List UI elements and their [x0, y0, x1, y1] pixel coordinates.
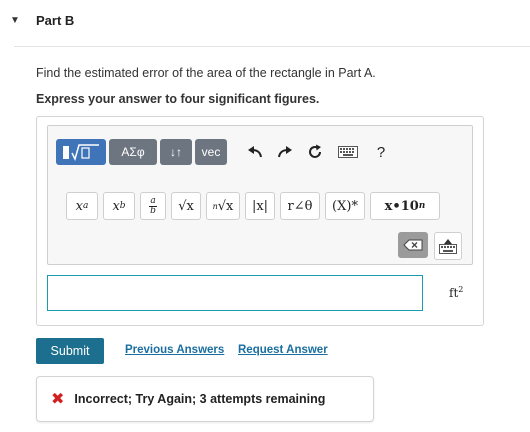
- superscript-base: x: [75, 198, 83, 214]
- toggle-keyboard-button[interactable]: [434, 232, 462, 260]
- unit-exp: 2: [458, 285, 464, 294]
- reset-icon: [309, 144, 321, 158]
- keyboard-icon: [439, 243, 457, 254]
- previous-answers-link[interactable]: Previous Answers: [125, 344, 224, 356]
- answer-input[interactable]: [47, 275, 423, 311]
- sci-base: x•10: [384, 198, 419, 214]
- conjugate-button[interactable]: (X)*: [325, 192, 365, 220]
- scientific-notation-button[interactable]: x•10 n: [370, 192, 440, 220]
- backspace-icon: [403, 239, 423, 251]
- square-root-button[interactable]: √x: [171, 192, 201, 220]
- arrows-button[interactable]: ↓↑: [160, 139, 192, 165]
- sci-exp: n: [418, 201, 426, 211]
- vector-button[interactable]: vec: [195, 139, 227, 165]
- keyboard-shortcuts-button[interactable]: [330, 139, 366, 165]
- reset-button[interactable]: [300, 139, 330, 165]
- request-answer-link[interactable]: Request Answer: [238, 344, 328, 356]
- divider: [14, 46, 530, 47]
- polar-button[interactable]: r∠θ: [280, 192, 320, 220]
- undo-icon: [248, 146, 262, 158]
- subscript-idx: b: [119, 201, 126, 211]
- subscript-base: x: [112, 198, 120, 214]
- undo-button[interactable]: [240, 139, 270, 165]
- delete-button[interactable]: [398, 232, 428, 258]
- unit-base: ft: [449, 286, 459, 300]
- fraction-button[interactable]: a b: [140, 192, 166, 220]
- fraction-icon: a b: [149, 195, 157, 216]
- fraction-numerator: a: [150, 195, 156, 206]
- keyboard-icon: [338, 146, 358, 158]
- superscript-exp: a: [82, 201, 89, 211]
- templates-icon: [63, 144, 99, 161]
- answer-panel: ΑΣφ ↓↑ vec ? x a x b a b √x n √x |x| r∠θ…: [36, 116, 484, 326]
- help-button[interactable]: ?: [366, 139, 396, 165]
- question-text: Find the estimated error of the area of …: [36, 66, 376, 80]
- subscript-button[interactable]: xb: [103, 192, 135, 220]
- superscript-button[interactable]: xa: [66, 192, 98, 220]
- math-editor: ΑΣφ ↓↑ vec ? x a x b a b √x n √x |x| r∠θ…: [47, 125, 473, 265]
- math-palette: xa xb a b √x n √x |x| r∠θ (X)* x•10 n: [66, 190, 445, 222]
- fraction-denominator: b: [150, 205, 156, 216]
- part-header[interactable]: ▼ Part B: [10, 10, 74, 30]
- instruction-text: Express your answer to four significant …: [36, 92, 320, 106]
- greek-symbols-button[interactable]: ΑΣφ: [109, 139, 157, 165]
- edit-controls: [398, 232, 462, 260]
- redo-icon: [278, 146, 292, 158]
- redo-button[interactable]: [270, 139, 300, 165]
- feedback-text: Incorrect; Try Again; 3 attempts remaini…: [74, 392, 326, 406]
- submit-button[interactable]: Submit: [36, 338, 104, 364]
- part-title: Part B: [36, 12, 75, 28]
- incorrect-x-icon: ✖: [51, 391, 65, 408]
- absolute-value-button[interactable]: |x|: [245, 192, 275, 220]
- templates-button[interactable]: [56, 139, 106, 165]
- toolbar-row: ΑΣφ ↓↑ vec ?: [56, 138, 396, 166]
- nth-root-label: √x: [217, 198, 234, 214]
- collapse-caret-icon[interactable]: ▼: [10, 15, 22, 26]
- feedback-box: ✖ Incorrect; Try Again; 3 attempts remai…: [36, 376, 374, 422]
- unit-label: ft2: [449, 285, 463, 300]
- nth-root-button[interactable]: n √x: [206, 192, 240, 220]
